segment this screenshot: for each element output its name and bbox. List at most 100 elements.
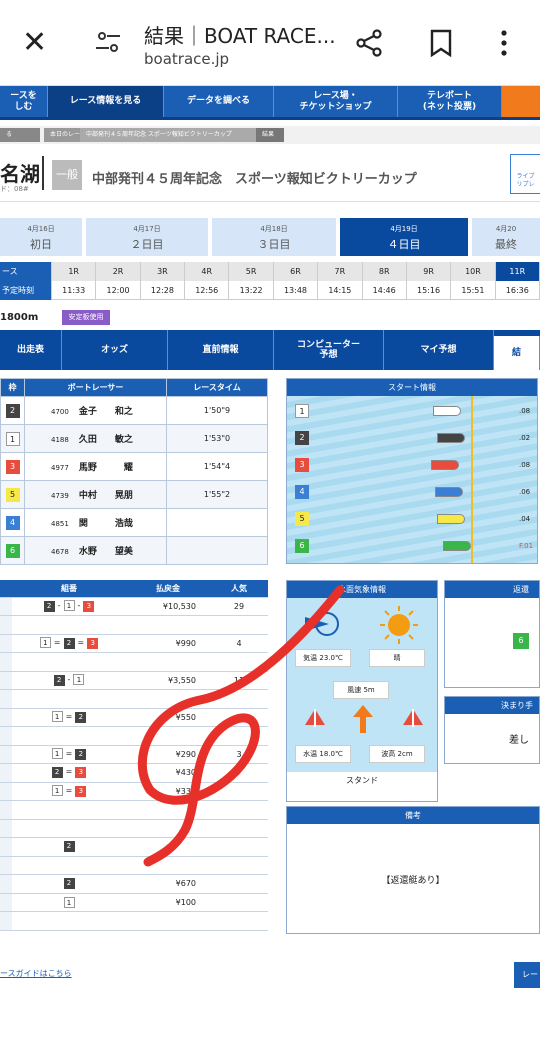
kimarite-title: 決まり手 xyxy=(445,697,539,714)
water-surface xyxy=(287,396,537,563)
popularity xyxy=(210,652,268,672)
racer-name[interactable]: 水野 望美 xyxy=(79,547,133,557)
start-timing: .08 xyxy=(519,407,531,415)
race-selector: ース 1R 2R 3R 4R 5R 6R 7R 8R 9R 10R 11R 予定時刻 11:33 12… xyxy=(0,262,540,300)
page-url[interactable]: boatrace.jp xyxy=(144,50,229,68)
combo-lane: 2 xyxy=(51,767,63,779)
popularity xyxy=(210,782,268,801)
wind-speed: 風速 5m xyxy=(333,681,389,699)
tab-result[interactable]: 結 xyxy=(494,336,540,370)
combo-lane: 1 xyxy=(63,896,75,908)
replay-button[interactable]: ライブ リプレ xyxy=(510,154,540,194)
race-row-label: ース xyxy=(0,262,52,281)
race-tab[interactable]: 5R xyxy=(229,262,274,281)
tab-pre-info[interactable]: 直前情報 xyxy=(168,330,274,370)
racer-name[interactable]: 久田 敏之 xyxy=(79,435,133,445)
start-lane-badge: 1 xyxy=(295,404,309,418)
payout-amount: ¥100 xyxy=(126,893,210,912)
race-tab[interactable]: 11R xyxy=(495,262,540,281)
nav-item-race-info[interactable]: レース情報を見る xyxy=(48,86,164,117)
race-tab[interactable]: 10R xyxy=(451,262,496,281)
racer-name[interactable]: 関 浩哉 xyxy=(79,519,133,529)
boat-icon xyxy=(443,541,471,551)
combo-sep: - xyxy=(57,601,61,611)
close-icon[interactable]: ✕ xyxy=(22,28,47,58)
breadcrumb-item[interactable]: る xyxy=(0,128,40,142)
remarks-title: 備考 xyxy=(287,807,539,824)
boat-icon xyxy=(437,433,465,443)
table-row: 2-1-3 ¥10,530 29 xyxy=(0,597,268,616)
day-tab-active[interactable]: 4月19日 ４日目 xyxy=(340,218,468,256)
popularity: 2 xyxy=(210,708,268,727)
payout-amount xyxy=(126,615,210,635)
share-icon[interactable] xyxy=(354,28,384,58)
nav-item-enjoy[interactable]: ースを しむ xyxy=(0,86,48,117)
nav-item-venue-shop[interactable]: レース場・ チケットショップ xyxy=(274,86,398,117)
tab-my-prediction[interactable]: マイ予想 xyxy=(384,330,494,370)
race-time-value: 1'55"2 xyxy=(166,480,268,509)
race-tab[interactable]: 8R xyxy=(363,262,407,281)
lane-badge: 3 xyxy=(5,459,20,474)
wind-direction-icon xyxy=(305,612,339,636)
racer-name[interactable]: 中村 晃朋 xyxy=(79,491,133,501)
combo-sep: = xyxy=(65,767,73,777)
table-row: 2 = 3 ¥430 7 xyxy=(0,763,268,783)
bookmark-icon[interactable] xyxy=(428,28,454,58)
race-tab[interactable]: 3R xyxy=(141,262,186,281)
table-row xyxy=(0,819,268,838)
more-vert-icon[interactable] xyxy=(494,28,514,58)
boat-icon xyxy=(433,406,461,416)
racer-name[interactable]: 馬野 耀 xyxy=(79,463,133,473)
breadcrumb-item: 結果 xyxy=(256,128,284,142)
grade-badge: 一般 xyxy=(52,160,82,190)
racer-reg: 4977 xyxy=(51,464,69,472)
combo-lane: 1 xyxy=(51,785,63,797)
payout-amount: ¥3,550 xyxy=(126,671,210,690)
breadcrumb-item[interactable]: 中部発刊４５周年記念 スポーツ報知ビクトリーカップ xyxy=(80,128,256,142)
day-tab[interactable]: 4月18日 ３日目 xyxy=(212,218,336,256)
col-combo: 組番 xyxy=(12,580,126,598)
boat-icon xyxy=(435,487,463,497)
tune-icon[interactable] xyxy=(94,30,122,54)
race-title: 中部発刊４５周年記念 スポーツ報知ビクトリーカップ xyxy=(92,172,417,187)
popularity xyxy=(210,800,268,820)
race-tab[interactable]: 2R xyxy=(96,262,141,281)
race-tab[interactable]: 7R xyxy=(318,262,363,281)
stabilizer-badge: 安定板使用 xyxy=(62,310,110,325)
race-tab[interactable]: 6R xyxy=(274,262,319,281)
popularity: 4 xyxy=(210,634,268,653)
distance: 1800m xyxy=(0,312,39,323)
race-time: 11:33 xyxy=(52,281,97,300)
weather-title: 水面気象情報 xyxy=(287,581,437,598)
footer-button[interactable]: レー xyxy=(514,962,540,988)
racer-name[interactable]: 金子 和之 xyxy=(79,407,133,417)
combo-lane: 1 xyxy=(51,711,63,723)
payout-amount xyxy=(126,911,210,931)
tab-odds[interactable]: オッズ xyxy=(62,330,168,370)
race-tab[interactable]: 9R xyxy=(407,262,452,281)
flag-icon xyxy=(305,709,325,727)
race-time: 12:00 xyxy=(96,281,141,300)
payout-amount xyxy=(126,856,210,875)
nav-item-data[interactable]: データを調べる xyxy=(164,86,274,117)
day-tab[interactable]: 4月16日 初日 xyxy=(0,218,82,256)
combo-sep: - xyxy=(67,675,71,685)
combo-sep: = xyxy=(65,712,73,722)
race-guide-link[interactable]: ースガイドはこちら xyxy=(0,968,72,979)
race-time: 13:48 xyxy=(274,281,319,300)
tab-computer[interactable]: コンピューター 予想 xyxy=(274,330,384,370)
table-row: 1 = 3 ¥330 xyxy=(0,782,268,801)
racer-reg: 4678 xyxy=(51,548,69,556)
day-tab[interactable]: 4月17日 ２日目 xyxy=(86,218,208,256)
nav-item-orange[interactable] xyxy=(502,86,540,117)
payout-amount: ¥430 xyxy=(126,763,210,783)
tab-entry[interactable]: 出走表 xyxy=(0,330,62,370)
day-tab[interactable]: 4月20 最終 xyxy=(472,218,540,256)
time-row-label: 予定時刻 xyxy=(0,281,52,300)
race-time: 12:28 xyxy=(141,281,186,300)
race-tab[interactable]: 4R xyxy=(185,262,230,281)
payout-amount xyxy=(126,837,210,857)
site-nav: ースを しむ レース情報を見る データを調べる レース場・ チケットショップ テ… xyxy=(0,86,540,120)
nav-item-teleboat[interactable]: テレボート (ネット投票) xyxy=(398,86,502,117)
race-tab[interactable]: 1R xyxy=(52,262,97,281)
